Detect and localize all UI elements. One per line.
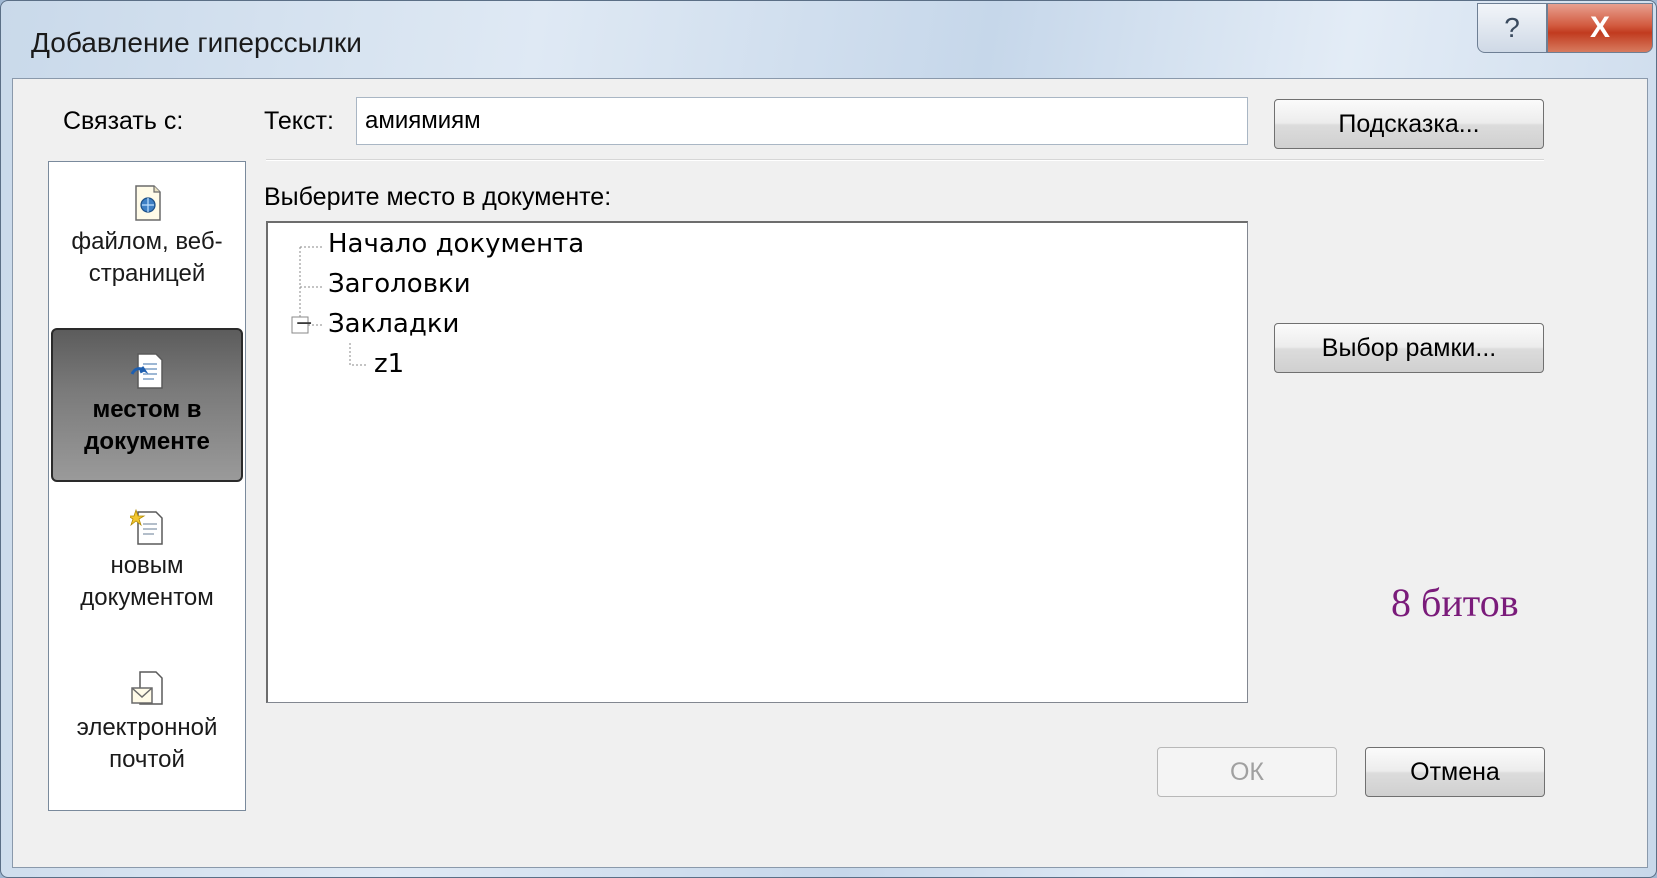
frame-select-button[interactable]: Выбор рамки...: [1274, 323, 1544, 373]
tooltip-button[interactable]: Подсказка...: [1274, 99, 1544, 149]
close-icon: X: [1589, 11, 1610, 44]
dialog-body: Связать с: файлом, веб-страницей местом …: [12, 78, 1648, 868]
link-to-place-in-document-label: местом в документе: [84, 396, 210, 455]
text-input[interactable]: [356, 97, 1248, 145]
tree-item-document-start[interactable]: Начало документа: [328, 229, 584, 259]
document-place-tree[interactable]: − Начало документа Заголовки Закладки z1: [266, 221, 1248, 703]
hyperlink-dialog: Добавление гиперссылки ? X Связать с: фа…: [0, 0, 1657, 878]
tree-item-headings[interactable]: Заголовки: [328, 269, 471, 299]
help-icon: ?: [1504, 12, 1520, 43]
cancel-button[interactable]: Отмена: [1365, 747, 1545, 797]
web-page-icon: [135, 185, 161, 221]
link-to-web-page-label: файлом, веб-страницей: [71, 228, 223, 287]
link-to-new-document[interactable]: новым документом: [51, 508, 243, 648]
ok-button[interactable]: ОК: [1157, 747, 1337, 797]
close-button[interactable]: X: [1547, 3, 1653, 53]
dialog-title: Добавление гиперссылки: [31, 27, 362, 58]
select-place-label: Выберите место в документе:: [264, 183, 612, 211]
link-to-label: Связать с:: [63, 107, 184, 135]
text-label: Текст:: [264, 107, 334, 135]
new-document-icon: [130, 508, 163, 545]
place-in-document-icon: [130, 353, 163, 389]
separator: [266, 159, 1544, 161]
tree-item-z1[interactable]: z1: [374, 349, 404, 379]
annotation-text: 8 битов: [1391, 580, 1519, 625]
help-button[interactable]: ?: [1477, 3, 1547, 53]
link-to-new-document-label: новым документом: [80, 552, 214, 611]
tree-item-bookmarks[interactable]: Закладки: [328, 309, 459, 339]
link-to-email[interactable]: электронной почтой: [51, 670, 243, 810]
link-to-web-page[interactable]: файлом, веб-страницей: [51, 184, 243, 324]
link-to-bar: файлом, веб-страницей местом в документе: [48, 161, 246, 811]
link-to-email-label: электронной почтой: [76, 714, 218, 773]
email-icon: [131, 671, 163, 705]
collapse-toggle-icon[interactable]: −: [295, 311, 313, 337]
link-to-place-in-document[interactable]: местом в документе: [51, 328, 243, 482]
